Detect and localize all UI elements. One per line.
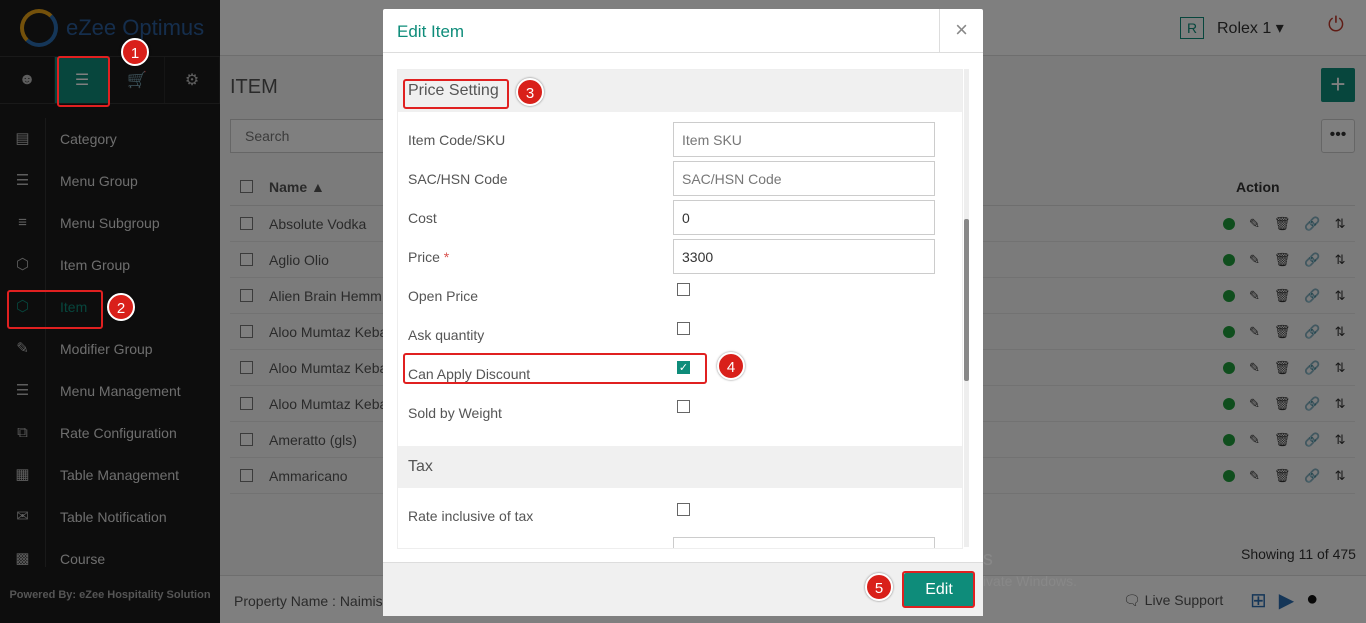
field-label: Ask quantity: [408, 327, 485, 343]
field-sold-by-weight: Sold by Weight: [398, 393, 962, 432]
open-price-checkbox[interactable]: [677, 283, 690, 296]
item-sku-input[interactable]: Item SKU: [673, 122, 935, 157]
modal-body: Price Setting Item Code/SKU Item SKU SAC…: [397, 69, 963, 549]
field-label: Item Code/SKU: [408, 132, 506, 148]
highlight-item-menu: [7, 290, 103, 329]
highlight-edit-button: [902, 571, 975, 608]
rate-inclusive-checkbox[interactable]: [677, 503, 690, 516]
highlight-discount: [403, 353, 707, 384]
modal-scrollbar[interactable]: [964, 69, 969, 547]
scrollbar-thumb[interactable]: [964, 219, 969, 381]
field-ask-quantity: Ask quantity: [398, 315, 962, 354]
field-label: Cost: [408, 210, 437, 226]
required-marker: *: [443, 249, 450, 265]
price-input[interactable]: 3300: [673, 239, 935, 274]
section-title: Tax: [408, 458, 433, 475]
field-label: Price *: [408, 249, 449, 265]
cost-input[interactable]: 0: [673, 200, 935, 235]
field-label: Sold by Weight: [408, 405, 502, 421]
field-label: SAC/HSN Code: [408, 171, 508, 187]
step-badge: 2: [107, 293, 135, 321]
field-open-price: Open Price: [398, 276, 962, 315]
step-badge: 1: [121, 38, 149, 66]
field-tax-select: Select: [398, 535, 962, 548]
highlight-menu-tab: [57, 56, 110, 107]
ask-quantity-checkbox[interactable]: [677, 322, 690, 335]
highlight-price-setting: [403, 79, 509, 109]
modal-footer: Edit: [383, 562, 983, 616]
step-badge: 5: [865, 573, 893, 601]
modal-header: Edit Item ×: [383, 9, 983, 53]
field-label: Open Price: [408, 288, 479, 304]
section-tax: Tax: [398, 446, 962, 488]
field-price: Price * 3300: [398, 237, 962, 276]
sold-by-weight-checkbox[interactable]: [677, 400, 690, 413]
field-sac-hsn: SAC/HSN Code SAC/HSN Code: [398, 159, 962, 198]
field-rate-inclusive-tax: Rate inclusive of tax: [398, 496, 962, 535]
sac-hsn-input[interactable]: SAC/HSN Code: [673, 161, 935, 196]
field-cost: Cost 0: [398, 198, 962, 237]
step-badge: 4: [717, 352, 745, 380]
tax-select[interactable]: Select: [673, 537, 935, 548]
close-button[interactable]: ×: [939, 9, 983, 53]
step-badge: 3: [516, 78, 544, 106]
field-item-sku: Item Code/SKU Item SKU: [398, 120, 962, 159]
field-label: Rate inclusive of tax: [408, 508, 534, 524]
price-label: Price: [408, 249, 440, 265]
modal-title: Edit Item: [397, 22, 465, 41]
